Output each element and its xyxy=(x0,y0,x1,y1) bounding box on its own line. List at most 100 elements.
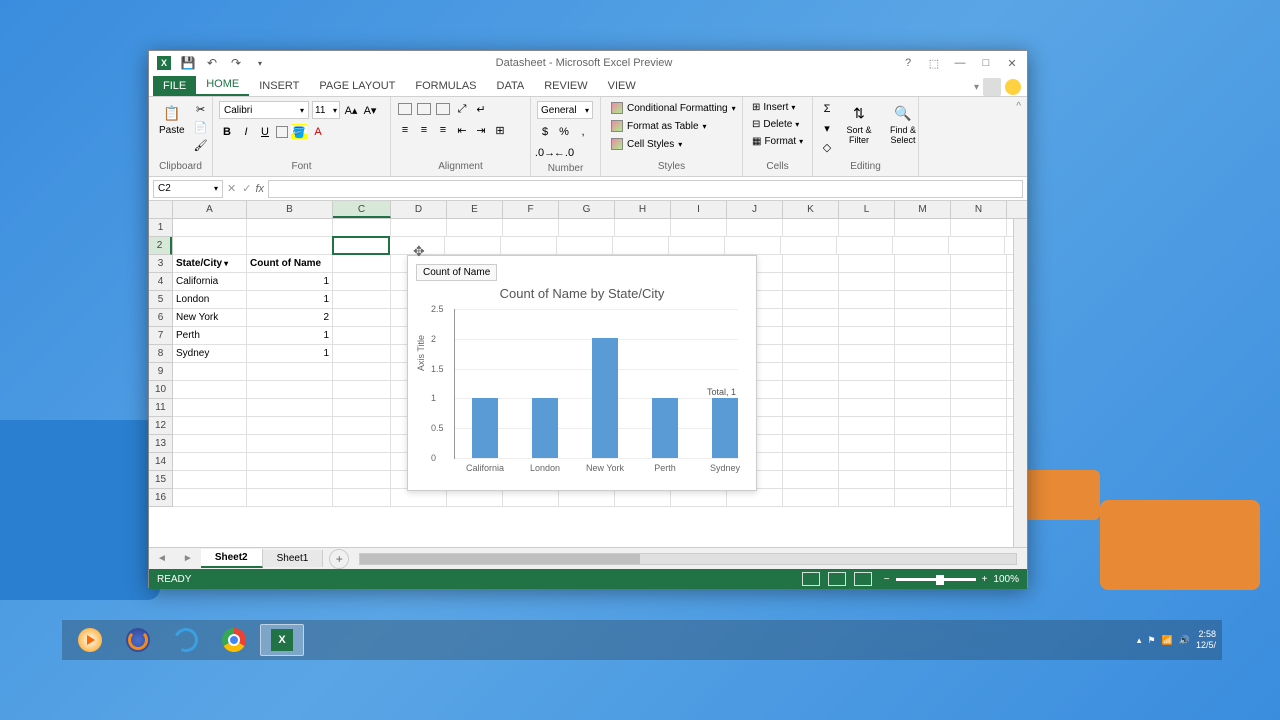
cell[interactable] xyxy=(951,453,1007,470)
increase-indent-icon[interactable]: ⇥ xyxy=(473,122,489,138)
maximize-button[interactable]: □ xyxy=(977,57,995,70)
cell[interactable] xyxy=(173,417,247,434)
cell[interactable] xyxy=(895,435,951,452)
cell[interactable] xyxy=(839,471,895,488)
comma-icon[interactable]: , xyxy=(575,124,591,140)
cell[interactable] xyxy=(839,363,895,380)
page-break-view-button[interactable] xyxy=(854,572,872,586)
column-header[interactable]: K xyxy=(783,201,839,218)
cell[interactable] xyxy=(949,237,1005,254)
cell[interactable] xyxy=(895,471,951,488)
tab-nav-next-icon[interactable]: ► xyxy=(175,553,201,564)
cell[interactable] xyxy=(333,489,391,506)
row-header[interactable]: 14 xyxy=(149,453,172,471)
tab-review[interactable]: REVIEW xyxy=(534,76,597,96)
column-header[interactable]: M xyxy=(895,201,951,218)
cell[interactable] xyxy=(247,453,333,470)
cell[interactable] xyxy=(333,435,391,452)
user-account-icon[interactable] xyxy=(983,78,1001,96)
paste-button[interactable]: 📋 Paste xyxy=(155,101,189,138)
italic-button[interactable]: I xyxy=(238,124,254,140)
vertical-scrollbar[interactable] xyxy=(1013,219,1027,547)
taskbar-firefox[interactable] xyxy=(116,624,160,656)
font-size-combo[interactable]: 11▾ xyxy=(312,101,340,119)
cell[interactable] xyxy=(951,489,1007,506)
cell[interactable] xyxy=(895,381,951,398)
cell[interactable]: 1 xyxy=(247,291,333,308)
cell[interactable] xyxy=(173,399,247,416)
cell[interactable] xyxy=(725,237,781,254)
cut-icon[interactable]: ✂ xyxy=(193,101,209,117)
cell[interactable] xyxy=(783,363,839,380)
tray-flag-icon[interactable]: ⚑ xyxy=(1147,635,1155,646)
cell[interactable] xyxy=(333,399,391,416)
column-header[interactable]: B xyxy=(247,201,333,218)
cell[interactable] xyxy=(333,417,391,434)
conditional-formatting-button[interactable]: Conditional Formatting▾ xyxy=(607,101,740,115)
cell[interactable] xyxy=(247,471,333,488)
cell[interactable] xyxy=(783,417,839,434)
feedback-smiley-icon[interactable] xyxy=(1005,79,1021,95)
taskbar-chrome[interactable] xyxy=(212,624,256,656)
tab-nav-prev-icon[interactable]: ◄ xyxy=(149,553,175,564)
cell[interactable] xyxy=(445,237,501,254)
cell[interactable] xyxy=(173,489,247,506)
column-header[interactable]: N xyxy=(951,201,1007,218)
cell[interactable] xyxy=(893,237,949,254)
align-bottom-icon[interactable] xyxy=(435,101,451,117)
embedded-chart[interactable]: Count of Name Count of Name by State/Cit… xyxy=(407,255,757,491)
cell[interactable] xyxy=(615,219,671,236)
align-left-icon[interactable]: ≡ xyxy=(397,122,413,138)
cell[interactable] xyxy=(895,219,951,236)
column-header[interactable]: C xyxy=(333,201,391,218)
font-family-combo[interactable]: Calibri▾ xyxy=(219,101,309,119)
cell[interactable] xyxy=(951,381,1007,398)
row-header[interactable]: 9 xyxy=(149,363,172,381)
tab-formulas[interactable]: FORMULAS xyxy=(405,76,486,96)
row-header[interactable]: 16 xyxy=(149,489,172,507)
cell[interactable] xyxy=(503,219,559,236)
cell[interactable] xyxy=(447,219,503,236)
cell[interactable] xyxy=(247,363,333,380)
decrease-decimal-icon[interactable]: ←.0 xyxy=(556,145,572,161)
align-top-icon[interactable] xyxy=(397,101,413,117)
cell[interactable] xyxy=(247,417,333,434)
cell[interactable] xyxy=(333,219,391,236)
format-as-table-button[interactable]: Format as Table▾ xyxy=(607,119,711,133)
autosum-icon[interactable]: Σ xyxy=(819,101,835,117)
cell[interactable] xyxy=(783,489,839,506)
cell[interactable] xyxy=(839,489,895,506)
cell[interactable] xyxy=(247,381,333,398)
cell[interactable] xyxy=(247,399,333,416)
cell[interactable] xyxy=(247,219,333,236)
row-header[interactable]: 6 xyxy=(149,309,172,327)
cell[interactable]: 2 xyxy=(247,309,333,326)
cell[interactable] xyxy=(333,255,391,272)
tray-show-hidden-icon[interactable]: ▴ xyxy=(1137,635,1142,646)
cell[interactable]: Sydney xyxy=(173,345,247,362)
cell[interactable] xyxy=(781,237,837,254)
cell[interactable] xyxy=(895,345,951,362)
cell[interactable] xyxy=(173,381,247,398)
cell[interactable] xyxy=(951,471,1007,488)
row-header[interactable]: 12 xyxy=(149,417,172,435)
sort-filter-button[interactable]: ⇅ Sort & Filter xyxy=(839,101,879,147)
cell[interactable] xyxy=(783,273,839,290)
cell[interactable] xyxy=(839,435,895,452)
qat-customize-icon[interactable]: ▾ xyxy=(251,54,269,72)
cell[interactable]: 1 xyxy=(247,327,333,344)
column-header[interactable]: L xyxy=(839,201,895,218)
zoom-out-button[interactable]: − xyxy=(884,574,890,585)
fx-icon[interactable]: fx xyxy=(255,183,264,195)
column-header[interactable]: H xyxy=(615,201,671,218)
cell[interactable] xyxy=(895,417,951,434)
cell[interactable] xyxy=(671,219,727,236)
cell[interactable]: California xyxy=(173,273,247,290)
save-icon[interactable]: 💾 xyxy=(179,54,197,72)
cell[interactable] xyxy=(671,489,727,506)
row-header[interactable]: 10 xyxy=(149,381,172,399)
cell[interactable] xyxy=(951,219,1007,236)
ribbon-options-icon[interactable]: ▾ xyxy=(974,82,979,93)
row-header[interactable]: 3 xyxy=(149,255,172,273)
align-right-icon[interactable]: ≡ xyxy=(435,122,451,138)
